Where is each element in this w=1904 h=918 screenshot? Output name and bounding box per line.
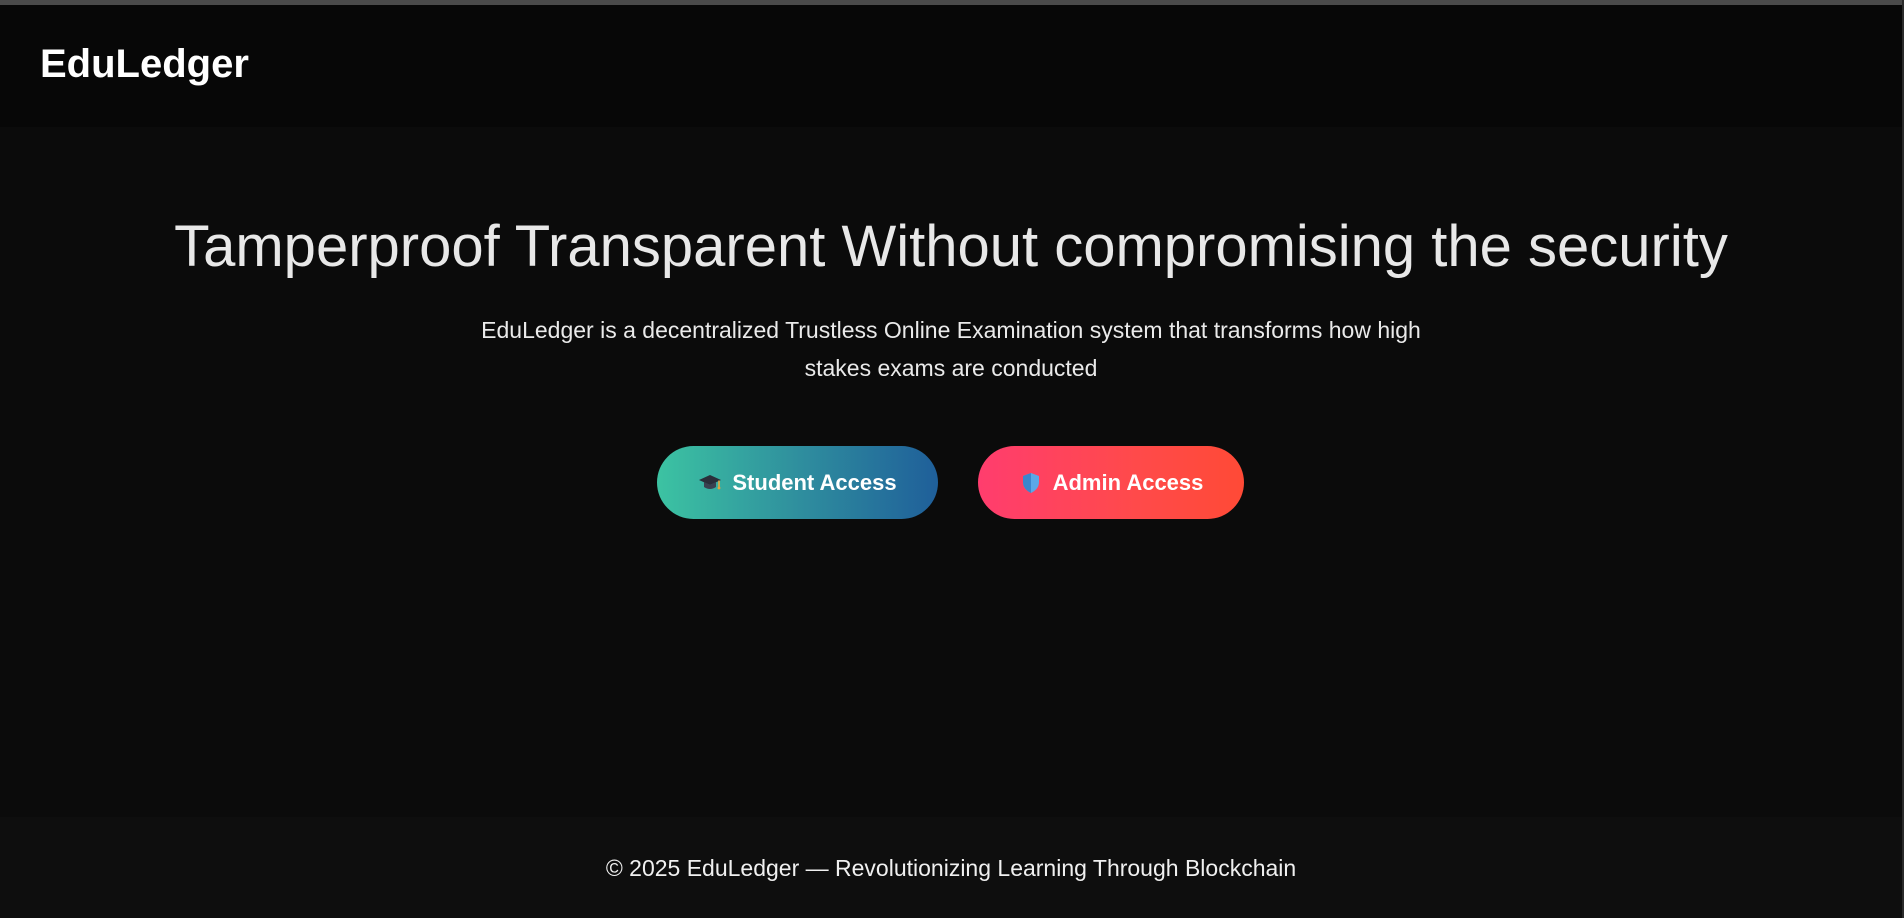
hero-title: Tamperproof Transparent Without compromi…: [174, 214, 1728, 279]
hero-section: Tamperproof Transparent Without compromi…: [0, 127, 1902, 817]
footer-copyright: © 2025 EduLedger — Revolutionizing Learn…: [605, 855, 1297, 881]
student-access-label: Student Access: [732, 469, 897, 495]
admin-access-button[interactable]: Admin Access: [978, 446, 1244, 519]
admin-access-label: Admin Access: [1052, 469, 1204, 495]
shield-icon: [1019, 471, 1043, 495]
site-header: EduLedger: [0, 5, 1902, 127]
student-access-button[interactable]: Student Access: [657, 446, 938, 519]
site-footer: © 2025 EduLedger — Revolutionizing Learn…: [0, 817, 1902, 918]
hero-description: EduLedger is a decentralized Trustless O…: [481, 317, 1421, 381]
graduation-cap-icon: [698, 471, 722, 495]
logo[interactable]: EduLedger: [40, 42, 249, 87]
